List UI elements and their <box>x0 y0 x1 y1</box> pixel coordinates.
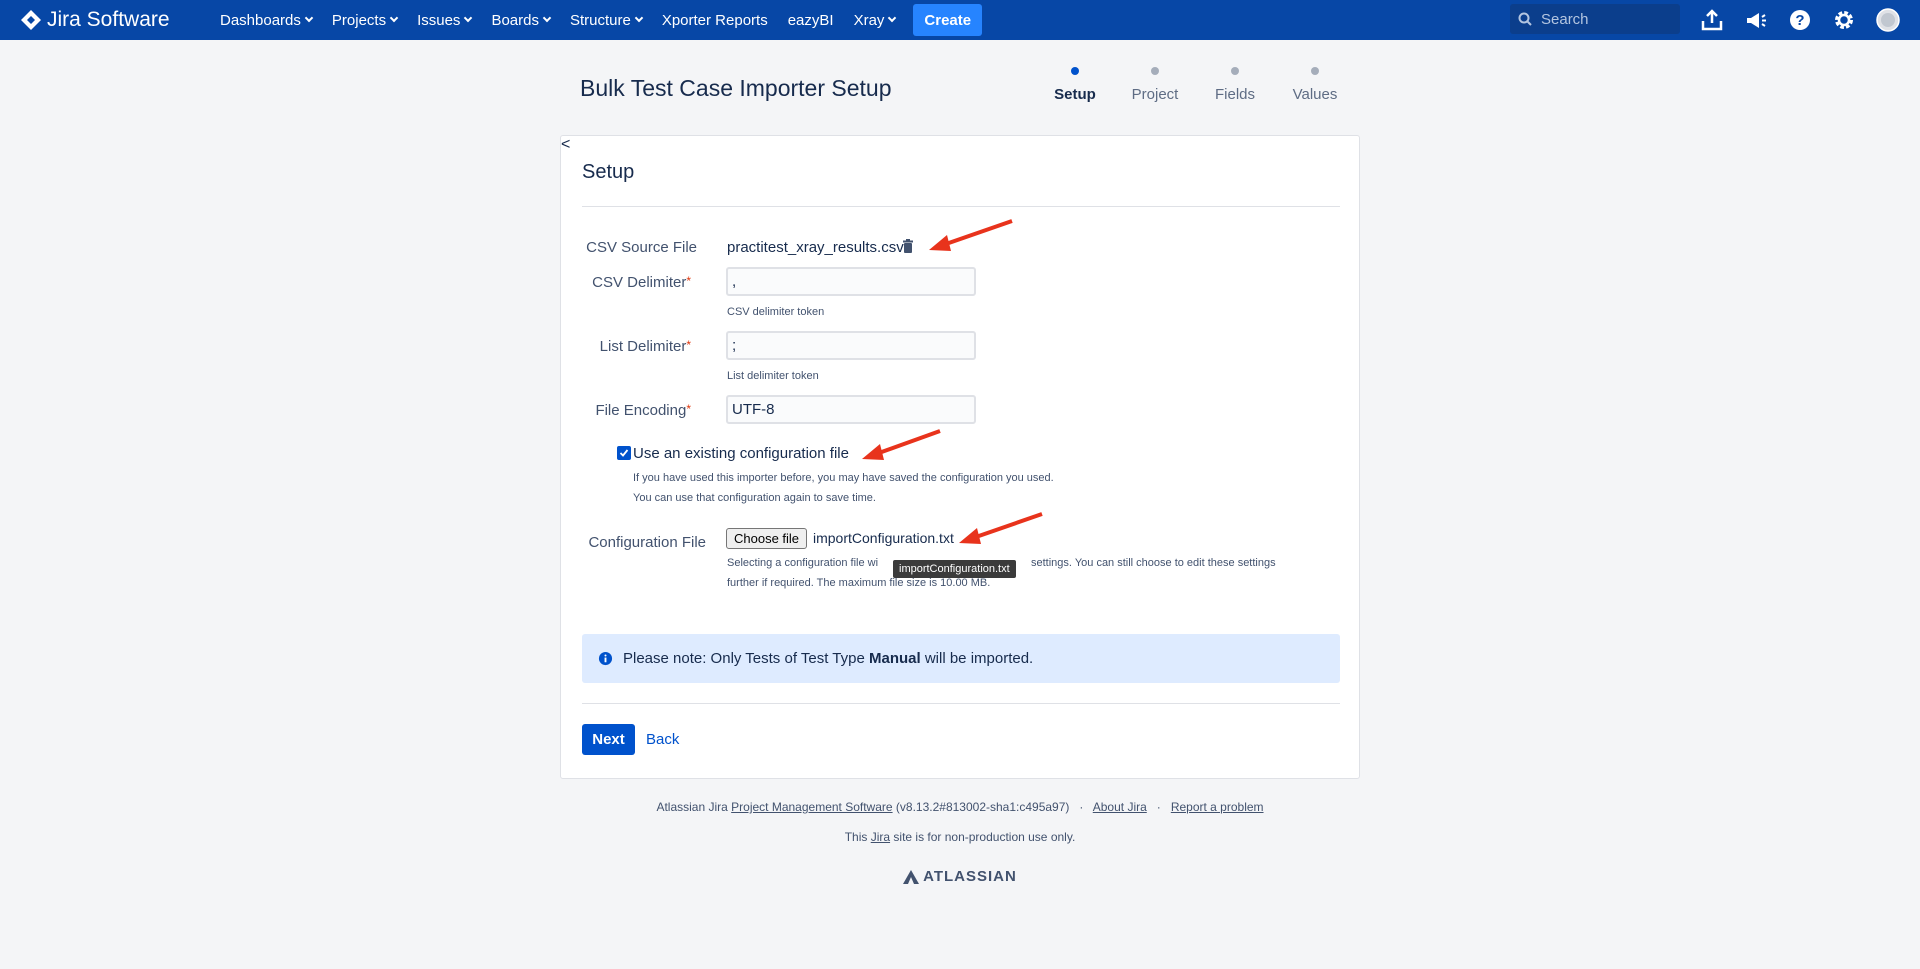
search-input[interactable]: Search <box>1510 4 1680 34</box>
chevron-down-icon <box>888 13 897 23</box>
csv-delimiter-desc: CSV delimiter token <box>727 306 825 318</box>
csv-delimiter-label: CSV Delimiter* <box>592 274 691 291</box>
top-navigation: Jira Software Dashboards Projects Issues… <box>0 0 1920 40</box>
gear-icon[interactable] <box>1830 6 1858 34</box>
csv-source-value: practitest_xray_results.csv <box>727 239 904 256</box>
info-icon <box>598 651 613 666</box>
info-note: Please note: Only Tests of Test Type Man… <box>582 634 1340 683</box>
progress-tracker: Setup Project Fields Values <box>1030 67 1350 113</box>
config-file-desc-1: Selecting a configuration file wi <box>727 557 879 569</box>
create-button[interactable]: Create <box>913 4 983 36</box>
footer-line-1: Atlassian Jira Project Management Softwa… <box>656 800 1264 814</box>
annotation-arrow-icon <box>929 219 1013 251</box>
required-mark: * <box>686 274 691 288</box>
page-title: Bulk Test Case Importer Setup <box>580 75 892 101</box>
list-delimiter-label: List Delimiter* <box>599 338 691 355</box>
use-config-label[interactable]: Use an existing configuration file <box>633 445 849 462</box>
jira-diamond-icon <box>21 10 41 30</box>
about-jira-link[interactable]: About Jira <box>1093 800 1147 814</box>
list-delimiter-field[interactable]: ; <box>726 331 976 360</box>
file-tooltip: importConfiguration.txt <box>893 560 1016 578</box>
annotation-arrow-icon <box>959 512 1043 544</box>
atlassian-icon <box>903 869 920 884</box>
annotation-arrow-icon <box>862 429 941 460</box>
back-link[interactable]: Back <box>646 731 679 748</box>
stage-project: Project <box>1110 67 1200 103</box>
nav-xporter-reports[interactable]: Xporter Reports <box>652 0 778 40</box>
required-mark: * <box>686 402 691 416</box>
chevron-down-icon <box>542 13 552 23</box>
svg-text:?: ? <box>1795 12 1804 29</box>
nav-xray[interactable]: Xray <box>844 0 906 40</box>
project-management-link[interactable]: Project Management Software <box>731 800 892 814</box>
trash-icon[interactable] <box>902 239 914 258</box>
main-menu: Dashboards Projects Issues Boards Struct… <box>210 0 983 40</box>
jira-link[interactable]: Jira <box>871 830 890 844</box>
report-problem-link[interactable]: Report a problem <box>1171 800 1264 814</box>
list-delimiter-desc: List delimiter token <box>727 370 819 382</box>
nav-projects[interactable]: Projects <box>322 0 407 40</box>
chevron-down-icon <box>464 13 473 23</box>
config-file-label: Configuration File <box>588 534 706 551</box>
section-heading: Setup <box>582 161 635 183</box>
csv-delimiter-field[interactable]: , <box>726 267 976 296</box>
stage-setup: Setup <box>1030 67 1120 103</box>
file-encoding-label: File Encoding* <box>595 402 691 419</box>
nav-boards[interactable]: Boards <box>481 0 560 40</box>
help-icon[interactable]: ? <box>1786 6 1814 34</box>
atlassian-logo[interactable]: ATLASSIAN <box>0 868 1920 885</box>
checkmark-icon <box>619 449 629 457</box>
note-text: Please note: Only Tests of Test Type Man… <box>623 650 1034 667</box>
config-file-name: importConfiguration.txt <box>813 530 954 546</box>
chevron-down-icon <box>389 13 399 23</box>
required-mark: * <box>686 338 691 352</box>
search-placeholder: Search <box>1541 10 1589 28</box>
config-file-desc-2: further if required. The maximum file si… <box>727 577 991 589</box>
csv-source-label: CSV Source File <box>586 239 697 256</box>
nav-issues[interactable]: Issues <box>407 0 481 40</box>
nav-eazybi[interactable]: eazyBI <box>778 0 844 40</box>
nav-structure[interactable]: Structure <box>560 0 652 40</box>
use-config-desc-2: You can use that configuration again to … <box>633 492 876 504</box>
avatar[interactable] <box>1874 6 1902 34</box>
footer-line-2: This Jira site is for non-production use… <box>844 830 1076 844</box>
use-config-desc-1: If you have used this importer before, y… <box>633 472 1054 484</box>
divider <box>582 703 1340 704</box>
chevron-down-icon <box>634 13 644 23</box>
chevron-down-icon <box>304 13 314 23</box>
search-icon <box>1518 12 1532 26</box>
config-file-desc-1b: settings. You can still choose to edit t… <box>1031 557 1276 569</box>
stage-fields: Fields <box>1190 67 1280 103</box>
choose-file-button[interactable]: Choose file <box>726 528 808 549</box>
stage-values: Values <box>1270 67 1360 103</box>
next-button[interactable]: Next <box>582 724 635 755</box>
upload-icon[interactable] <box>1698 6 1726 34</box>
megaphone-icon[interactable] <box>1742 6 1770 34</box>
nav-dashboards[interactable]: Dashboards <box>210 0 322 40</box>
jira-logo[interactable]: Jira Software <box>20 8 210 32</box>
app-name: Jira Software <box>47 8 170 31</box>
divider <box>582 206 1340 207</box>
file-encoding-field[interactable]: UTF-8 <box>726 395 976 424</box>
use-config-checkbox[interactable] <box>617 446 631 460</box>
